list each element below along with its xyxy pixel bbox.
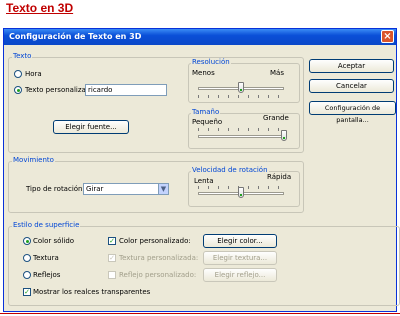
custom-reflection-checkbox[interactable] bbox=[108, 271, 116, 279]
custom-reflection-label: Reflejo personalizado: bbox=[119, 271, 197, 279]
custom-color-checkbox[interactable]: ✓ bbox=[108, 237, 116, 245]
tamano-ticks bbox=[198, 128, 285, 131]
resolucion-slider-thumb[interactable] bbox=[238, 82, 244, 93]
rotation-type-value: Girar bbox=[86, 185, 104, 193]
dialog-window: Configuración de Texto en 3D × Aceptar C… bbox=[3, 28, 400, 312]
resolucion-max-label: Más bbox=[270, 69, 284, 77]
radio-texture-label: Textura bbox=[33, 254, 59, 262]
tamano-max-label: Grande bbox=[263, 114, 289, 122]
rotation-type-label: Tipo de rotación: bbox=[26, 185, 85, 193]
velocidad-min-label: Lenta bbox=[194, 177, 214, 185]
texto-legend: Texto bbox=[12, 52, 33, 60]
choose-texture-button[interactable]: Elegir textura... bbox=[203, 251, 277, 265]
custom-texture-label: Textura personalizada: bbox=[119, 254, 199, 262]
radio-reflections-label: Reflejos bbox=[33, 271, 61, 279]
cancel-button[interactable]: Cancelar bbox=[309, 79, 394, 93]
choose-color-button[interactable]: Elegir color... bbox=[203, 234, 277, 248]
show-highlights-checkbox[interactable]: ✓ bbox=[23, 288, 31, 296]
accept-button[interactable]: Aceptar bbox=[309, 59, 394, 73]
custom-texture-checkbox[interactable]: ✓ bbox=[108, 254, 116, 262]
show-highlights-label: Mostrar los realces transparentes bbox=[33, 288, 151, 296]
rotation-type-select[interactable]: Girar bbox=[83, 183, 169, 195]
choose-font-button[interactable]: Elegir fuente... bbox=[53, 120, 129, 134]
tamano-slider-thumb[interactable] bbox=[281, 130, 287, 141]
page-title: Texto en 3D bbox=[6, 1, 74, 15]
resolucion-min-label: Menos bbox=[192, 69, 215, 77]
dialog-titlebar: Configuración de Texto en 3D bbox=[4, 29, 396, 45]
superficie-legend: Estilo de superficie bbox=[12, 221, 81, 229]
close-button[interactable]: × bbox=[381, 30, 394, 43]
custom-color-label: Color personalizado: bbox=[119, 237, 191, 245]
tamano-slider-track[interactable] bbox=[198, 135, 284, 138]
radio-custom-text[interactable] bbox=[14, 86, 22, 94]
chevron-down-icon[interactable]: ▼ bbox=[158, 184, 168, 194]
tamano-legend: Tamaño bbox=[191, 108, 221, 116]
radio-texture[interactable] bbox=[23, 254, 31, 262]
movimiento-legend: Movimiento bbox=[12, 156, 55, 164]
velocidad-legend: Velocidad de rotación bbox=[191, 166, 269, 174]
radio-solid-color[interactable] bbox=[23, 237, 31, 245]
radio-hora-label: Hora bbox=[25, 70, 42, 78]
dialog-title: Configuración de Texto en 3D bbox=[9, 32, 142, 41]
resolucion-ticks bbox=[198, 95, 285, 98]
radio-reflections[interactable] bbox=[23, 271, 31, 279]
choose-reflection-button[interactable]: Elegir reflejo... bbox=[203, 268, 277, 282]
close-icon: × bbox=[383, 31, 392, 42]
velocidad-slider-thumb[interactable] bbox=[238, 187, 244, 198]
screen-config-button[interactable]: Configuración de pantalla... bbox=[309, 101, 396, 124]
radio-solid-color-label: Color sólido bbox=[33, 237, 75, 245]
velocidad-max-label: Rápida bbox=[267, 173, 292, 181]
bottom-divider bbox=[0, 313, 400, 314]
tamano-min-label: Pequeño bbox=[192, 118, 223, 126]
custom-text-input[interactable]: ricardo bbox=[85, 84, 167, 96]
radio-hora[interactable] bbox=[14, 70, 22, 78]
resolucion-legend: Resolución bbox=[191, 58, 231, 66]
